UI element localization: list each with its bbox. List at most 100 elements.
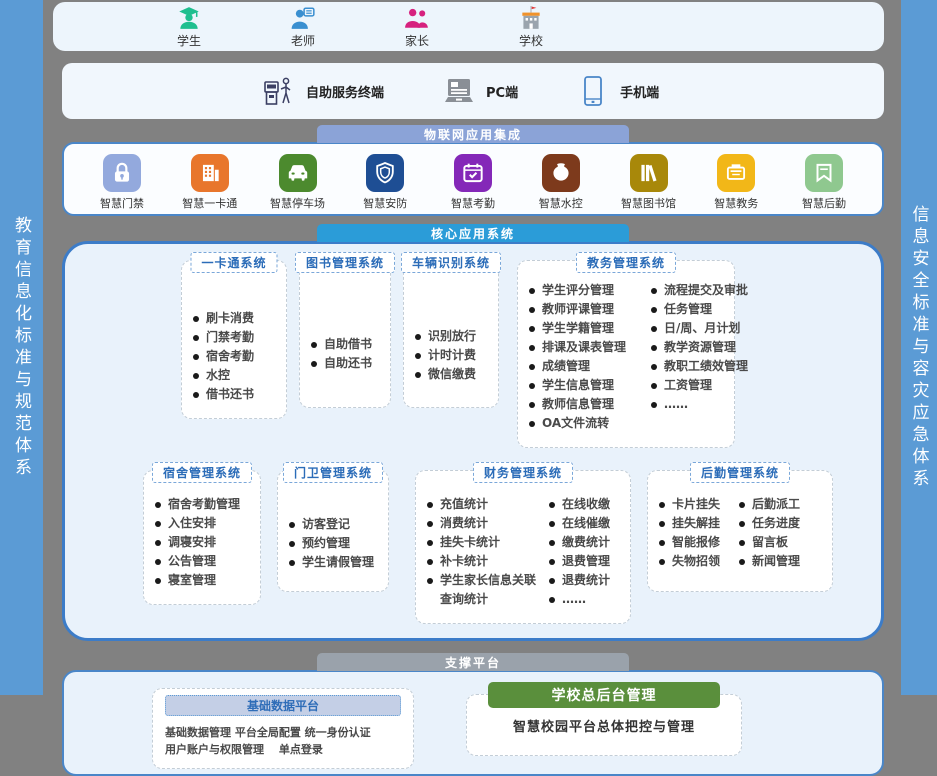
feature-item: 留言板 bbox=[738, 533, 800, 552]
feature-item: 微信缴费 bbox=[414, 365, 488, 384]
books-icon bbox=[636, 160, 662, 186]
iot-apps-row: 智慧门禁 智慧一卡通 bbox=[62, 142, 884, 216]
base-data-platform-title: 基础数据平台 bbox=[165, 695, 401, 716]
feature-item: 门禁考勤 bbox=[192, 328, 276, 347]
core-systems-section: 核心应用系统 一卡通系统 刷卡消费门禁考勤宿舍考勤水控借书还书 图书管理系统 自… bbox=[62, 224, 884, 641]
base-platform-line1: 基础数据管理 平台全局配置 统一身份认证 bbox=[165, 724, 401, 741]
base-data-platform-card: 基础数据平台 基础数据管理 平台全局配置 统一身份认证 用户账户与权限管理 单点… bbox=[152, 688, 414, 769]
feature-item: …… bbox=[650, 395, 768, 414]
academic-feature-list-right: 流程提交及审批任务管理日/周、月计划教学资源管理教职工绩效管理工资管理…… bbox=[650, 281, 768, 433]
feature-item: 挂失卡统计 bbox=[426, 533, 544, 552]
iot-item-attendance: 智慧考勤 bbox=[437, 154, 509, 211]
iot-section: 物联网应用集成 智慧门禁 bbox=[62, 125, 884, 216]
right-standards-bar: 信息安全标准与容灾应急体系 bbox=[901, 0, 937, 695]
feature-item: 退费统计 bbox=[548, 571, 610, 590]
user-roles-row: 学生 老师 家长 bbox=[53, 2, 884, 51]
terminal-pc: PC端 bbox=[442, 74, 518, 108]
feature-item: 教职工绩效管理 bbox=[650, 357, 768, 376]
feature-item: 刷卡消费 bbox=[192, 309, 276, 328]
feature-item: 自助还书 bbox=[310, 354, 380, 373]
user-role-student: 学生 bbox=[158, 5, 220, 49]
core-row-1: 一卡通系统 刷卡消费门禁考勤宿舍考勤水控借书还书 图书管理系统 自助借书自助还书… bbox=[75, 260, 871, 448]
teacher-icon bbox=[290, 5, 316, 31]
left-standards-label: 教育信息化标准与规范体系 bbox=[9, 216, 34, 480]
feature-item: 教师评课管理 bbox=[528, 300, 646, 319]
admin-platform-desc: 智慧校园平台总体把控与管理 bbox=[513, 716, 695, 735]
feature-item: 借书还书 bbox=[192, 385, 276, 404]
feature-item: 学生家长信息关联查询统计 bbox=[426, 571, 544, 609]
feature-item: 宿舍考勤 bbox=[192, 347, 276, 366]
academic-feature-list-left: 学生评分管理教师评课管理学生学籍管理排课及课表管理成绩管理学生信息管理教师信息管… bbox=[528, 281, 646, 433]
diagram-content: 学生 老师 家长 bbox=[53, 0, 884, 776]
user-role-teacher: 老师 bbox=[272, 5, 334, 49]
iot-item-water: 智慧水控 bbox=[525, 154, 597, 211]
feature-item: 新闻管理 bbox=[738, 552, 800, 571]
feature-item: 调寝安排 bbox=[154, 533, 250, 552]
admin-platform-wrap: 学校总后台管理 智慧校园平台总体把控与管理 bbox=[466, 694, 742, 756]
feature-item: 学生学籍管理 bbox=[528, 319, 646, 338]
iot-item-security: 智慧安防 bbox=[349, 154, 421, 211]
card-printer-icon bbox=[723, 160, 749, 186]
dorm-feature-list: 宿舍考勤管理入住安排调寝安排公告管理寝室管理 bbox=[154, 495, 250, 590]
building-icon bbox=[197, 160, 223, 186]
feature-item: 排课及课表管理 bbox=[528, 338, 646, 357]
school-icon bbox=[518, 5, 544, 31]
calendar-check-icon bbox=[460, 160, 486, 186]
iot-item-parking: 智慧停车场 bbox=[262, 154, 334, 211]
feature-item: 宿舍考勤管理 bbox=[154, 495, 250, 514]
admin-platform-title: 学校总后台管理 bbox=[488, 682, 720, 708]
terminal-mobile: 手机端 bbox=[576, 74, 659, 108]
kiosk-icon bbox=[262, 74, 296, 108]
feature-item: 学生请假管理 bbox=[288, 553, 378, 572]
access-terminals-row: 自助服务终端 PC端 手机端 bbox=[62, 63, 884, 119]
feature-item: 卡片挂失 bbox=[658, 495, 720, 514]
iot-item-library: 智慧图书馆 bbox=[613, 154, 685, 211]
car-icon bbox=[285, 160, 311, 186]
feature-item: 在线催缴 bbox=[548, 514, 610, 533]
system-card-gate: 门卫管理系统 访客登记预约管理学生请假管理 bbox=[277, 470, 389, 592]
support-section-header: 支撑平台 bbox=[317, 653, 629, 671]
iot-item-logistics: 智慧后勤 bbox=[788, 154, 860, 211]
feature-item: 任务管理 bbox=[650, 300, 768, 319]
finance-feature-list-right: 在线收缴在线催缴缴费统计退费管理退费统计…… bbox=[548, 495, 610, 609]
feature-item: 识别放行 bbox=[414, 327, 488, 346]
banner-icon bbox=[811, 160, 837, 186]
system-card-dorm: 宿舍管理系统 宿舍考勤管理入住安排调寝安排公告管理寝室管理 bbox=[143, 470, 261, 605]
system-card-academic: 教务管理系统 学生评分管理教师评课管理学生学籍管理排课及课表管理成绩管理学生信息… bbox=[517, 260, 735, 448]
feature-item: 寝室管理 bbox=[154, 571, 250, 590]
feature-item: 预约管理 bbox=[288, 534, 378, 553]
laptop-icon bbox=[442, 74, 476, 108]
feature-item: 后勤派工 bbox=[738, 495, 800, 514]
feature-item: …… bbox=[548, 590, 610, 609]
feature-item: 退费管理 bbox=[548, 552, 610, 571]
lock-icon bbox=[109, 160, 135, 186]
core-row-2: 宿舍管理系统 宿舍考勤管理入住安排调寝安排公告管理寝室管理 门卫管理系统 访客登… bbox=[75, 470, 871, 624]
iot-item-academic: 智慧教务 bbox=[700, 154, 772, 211]
logistics-feature-list-right: 后勤派工任务进度留言板新闻管理 bbox=[738, 495, 800, 571]
feature-item: 失物招领 bbox=[658, 552, 720, 571]
support-platform-section: 支撑平台 基础数据平台 基础数据管理 平台全局配置 统一身份认证 用户账户与权限… bbox=[62, 653, 884, 776]
feature-item: 缴费统计 bbox=[548, 533, 610, 552]
library-feature-list: 自助借书自助还书 bbox=[310, 335, 380, 373]
student-icon bbox=[176, 5, 202, 31]
terminal-self-service: 自助服务终端 bbox=[262, 74, 384, 108]
feature-item: 教学资源管理 bbox=[650, 338, 768, 357]
gate-feature-list: 访客登记预约管理学生请假管理 bbox=[288, 515, 378, 572]
system-card-vehicle: 车辆识别系统 识别放行计时计费微信缴费 bbox=[403, 260, 499, 408]
feature-item: OA文件流转 bbox=[528, 414, 646, 433]
feature-item: 挂失解挂 bbox=[658, 514, 720, 533]
feature-item: 水控 bbox=[192, 366, 276, 385]
system-card-library: 图书管理系统 自助借书自助还书 bbox=[299, 260, 391, 408]
iot-item-access: 智慧门禁 bbox=[86, 154, 158, 211]
feature-item: 学生信息管理 bbox=[528, 376, 646, 395]
shield-icon bbox=[372, 160, 398, 186]
vehicle-feature-list: 识别放行计时计费微信缴费 bbox=[414, 327, 488, 384]
feature-item: 日/周、月计划 bbox=[650, 319, 768, 338]
feature-item: 教师信息管理 bbox=[528, 395, 646, 414]
feature-item: 学生评分管理 bbox=[528, 281, 646, 300]
feature-item: 计时计费 bbox=[414, 346, 488, 365]
feature-item: 成绩管理 bbox=[528, 357, 646, 376]
onecard-feature-list: 刷卡消费门禁考勤宿舍考勤水控借书还书 bbox=[192, 309, 276, 404]
user-role-school: 学校 bbox=[500, 5, 562, 49]
feature-item: 在线收缴 bbox=[548, 495, 610, 514]
